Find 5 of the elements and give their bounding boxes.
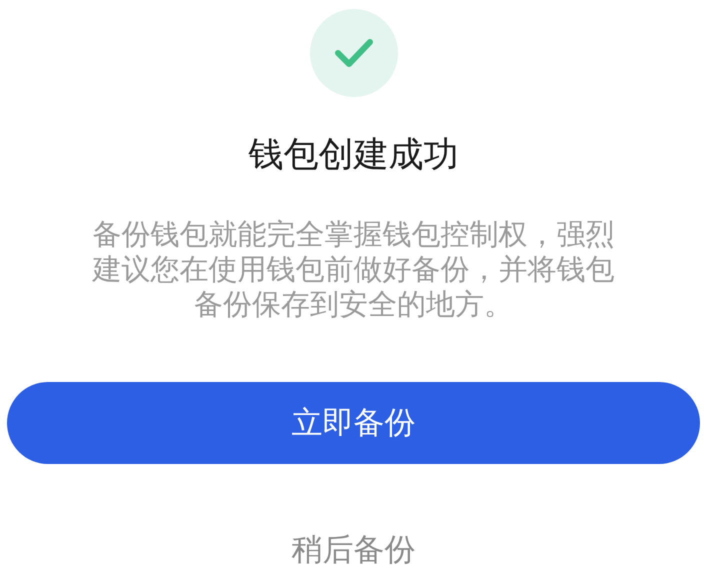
check-icon [334, 38, 374, 68]
title: 钱包创建成功 [248, 134, 458, 177]
backup-later-button[interactable]: 稍后备份 [292, 530, 416, 570]
backup-now-button[interactable]: 立即备份 [7, 382, 700, 464]
description: 备份钱包就能完全掌握钱包控制权，强烈建议您在使用钱包前做好备份，并将钱包备份保存到安全的地方。 [91, 217, 616, 322]
